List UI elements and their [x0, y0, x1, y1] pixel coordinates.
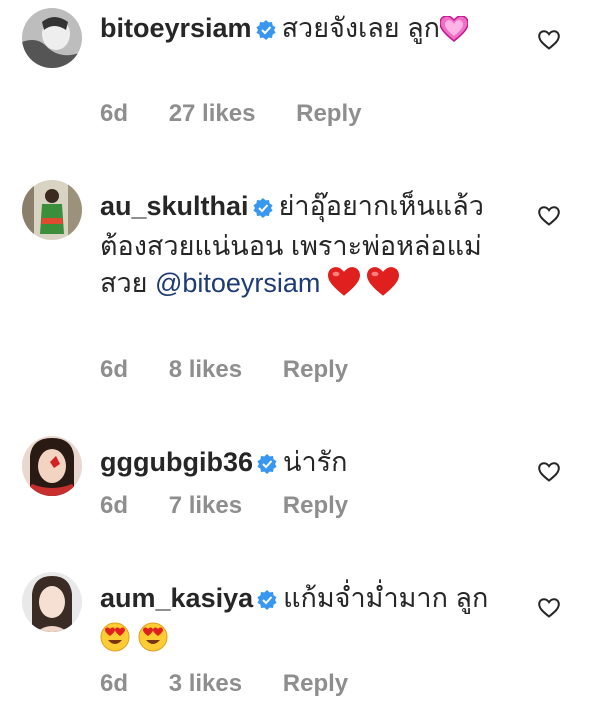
comment-text: น่ารัก	[282, 447, 348, 477]
comment-time: 6d	[100, 492, 129, 519]
username[interactable]: gggubgib36	[100, 447, 253, 477]
username[interactable]: bitoeyrsiam	[100, 13, 252, 43]
verified-badge-icon	[257, 447, 277, 484]
reply-button[interactable]: Reply	[283, 356, 348, 384]
reply-button[interactable]: Reply	[283, 670, 348, 698]
comment-meta: 6d 7 likes Reply	[100, 492, 348, 520]
comment-meta: 6d 27 likes Reply	[100, 100, 361, 128]
comment-meta: 6d 8 likes Reply	[100, 356, 348, 384]
likes-count[interactable]: 27 likes	[169, 100, 256, 128]
avatar[interactable]	[22, 8, 82, 68]
heart-eyes-emoji-icon	[100, 622, 130, 662]
likes-count[interactable]: 7 likes	[169, 492, 242, 520]
verified-badge-icon	[252, 191, 273, 228]
comment-time: 6d	[100, 356, 129, 383]
heart-outline-icon[interactable]	[538, 30, 560, 52]
avatar[interactable]	[22, 572, 82, 632]
comment-body: gggubgib36 น่ารัก	[100, 444, 510, 484]
comment-text: แก้มจ่ำม่ำมาก ลูก	[283, 583, 489, 613]
comment-body: au_skulthai ย่าอุ๊อยากเห็นแล้ว ต้องสวยแน่…	[100, 188, 510, 307]
red-heart-emoji-icon	[327, 267, 360, 307]
comment-time: 6d	[100, 100, 129, 127]
mention-link[interactable]: @bitoeyrsiam	[155, 268, 320, 298]
avatar[interactable]	[22, 436, 82, 496]
red-heart-emoji-icon	[367, 267, 400, 307]
comment-body: bitoeyrsiam สวยจังเลย ลูก	[100, 10, 510, 52]
heart-outline-icon[interactable]	[538, 462, 560, 484]
username[interactable]: au_skulthai	[100, 191, 249, 221]
verified-badge-icon	[255, 13, 276, 50]
pink-heart-emoji-icon	[439, 15, 469, 52]
heart-outline-icon[interactable]	[538, 206, 560, 228]
verified-badge-icon	[257, 583, 277, 620]
heart-outline-icon[interactable]	[538, 598, 560, 620]
comment-body: aum_kasiya แก้มจ่ำม่ำมาก ลูก	[100, 580, 510, 662]
heart-eyes-emoji-icon	[138, 622, 168, 662]
comment-meta: 6d 3 likes Reply	[100, 670, 348, 698]
likes-count[interactable]: 3 likes	[169, 670, 242, 698]
likes-count[interactable]: 8 likes	[169, 356, 242, 384]
username[interactable]: aum_kasiya	[100, 583, 253, 613]
comment-time: 6d	[100, 670, 129, 697]
comment-text: สวยจังเลย ลูก	[281, 13, 441, 43]
avatar[interactable]	[22, 180, 82, 240]
reply-button[interactable]: Reply	[296, 100, 361, 128]
reply-button[interactable]: Reply	[283, 492, 348, 520]
